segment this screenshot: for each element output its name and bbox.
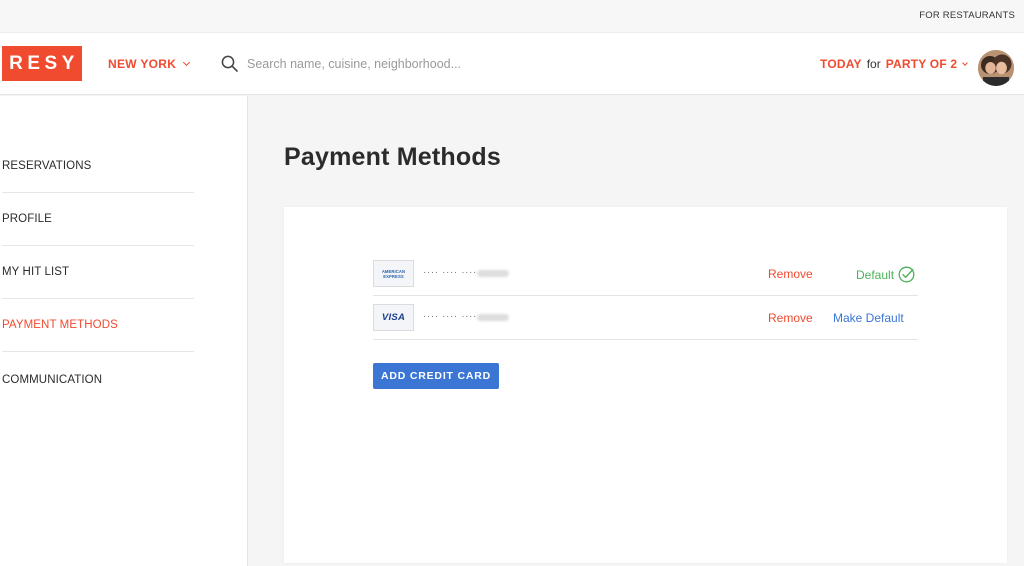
remove-card-button[interactable]: Remove	[768, 267, 813, 281]
remove-card-button[interactable]: Remove	[768, 311, 813, 325]
blurred-last-digits	[477, 314, 509, 321]
page-title: Payment Methods	[284, 143, 501, 171]
city-selector[interactable]: NEW YORK	[108, 57, 191, 71]
main-header: RESY NEW YORK TODAY for PARTY OF 2	[0, 33, 1024, 95]
sidebar-item-payment-methods[interactable]: PAYMENT METHODS	[2, 299, 194, 352]
payment-method-row: VISA ···· ···· ···· Remove Make Default	[373, 296, 918, 340]
for-restaurants-link[interactable]: FOR RESTAURANTS	[919, 10, 1015, 21]
party-size-label: PARTY OF 2	[885, 57, 958, 71]
blurred-last-digits	[477, 270, 509, 277]
top-utility-bar: FOR RESTAURANTS	[0, 0, 1024, 33]
chevron-down-icon	[183, 58, 191, 67]
sidebar-item-profile[interactable]: PROFILE	[2, 193, 194, 246]
default-label: Default	[856, 267, 895, 282]
sidebar-item-hit-list[interactable]: MY HIT LIST	[2, 246, 194, 299]
logo-text: RESY	[9, 52, 79, 74]
date-label: TODAY	[820, 57, 862, 71]
sidebar-item-communication[interactable]: COMMUNICATION	[2, 353, 194, 406]
avatar[interactable]	[978, 50, 1014, 86]
masked-card-number: ···· ···· ····	[423, 311, 477, 322]
payment-methods-card: AMERICAN EXPRESS ···· ···· ···· Remove D…	[284, 207, 1007, 563]
date-party-selector[interactable]: TODAY for PARTY OF 2	[820, 57, 969, 71]
city-label: NEW YORK	[108, 57, 177, 71]
visa-logo-text: VISA	[381, 312, 406, 323]
resy-logo[interactable]: RESY	[2, 46, 82, 81]
payment-method-row: AMERICAN EXPRESS ···· ···· ···· Remove D…	[373, 252, 918, 296]
amex-card-icon: AMERICAN EXPRESS	[373, 260, 414, 287]
account-sidebar: RESERVATIONS PROFILE MY HIT LIST PAYMENT…	[0, 96, 248, 566]
chevron-down-icon	[962, 59, 969, 66]
amex-logo-line2: EXPRESS	[383, 273, 404, 279]
for-label: for	[866, 57, 881, 71]
search-icon	[221, 55, 238, 72]
search-input[interactable]	[247, 54, 667, 74]
visa-card-icon: VISA	[373, 304, 414, 331]
check-circle-icon	[898, 266, 915, 283]
sidebar-item-reservations[interactable]: RESERVATIONS	[2, 140, 194, 193]
make-default-button[interactable]: Make Default	[833, 311, 904, 325]
default-card-badge: Default	[856, 266, 915, 283]
add-credit-card-button[interactable]: ADD CREDIT CARD	[373, 363, 499, 389]
masked-card-number: ···· ···· ····	[423, 267, 477, 278]
avatar-photo-icon	[978, 50, 1014, 86]
